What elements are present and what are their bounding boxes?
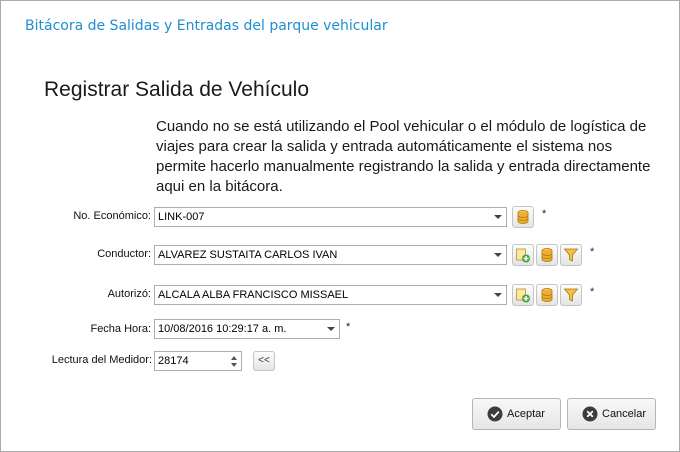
autorizo-filter-button[interactable]: [560, 284, 582, 306]
required-mark: *: [590, 286, 595, 298]
window-title: Bitácora de Salidas y Entradas del parqu…: [25, 18, 388, 34]
conductor-filter-button[interactable]: [560, 244, 582, 266]
chevron-down-icon: [494, 215, 502, 219]
economico-label: No. Económico:: [73, 210, 151, 222]
dialog-window: Bitácora de Salidas y Entradas del parqu…: [0, 0, 680, 452]
stepper-up-icon[interactable]: [231, 356, 237, 360]
conductor-label: Conductor:: [97, 248, 151, 260]
autorizo-value: ALCALA ALBA FRANCISCO MISSAEL: [158, 289, 349, 301]
accept-button[interactable]: Aceptar: [472, 398, 561, 430]
cancel-label: Cancelar: [602, 408, 647, 420]
fecha-hora-label: Fecha Hora:: [90, 323, 151, 335]
filter-icon: [563, 288, 579, 302]
fecha-hora-picker[interactable]: 10/08/2016 10:29:17 a. m.: [154, 319, 340, 339]
cancel-circle-icon: [582, 406, 598, 422]
autorizo-label: Autorizó:: [107, 288, 151, 300]
chevron-down-icon: [327, 327, 335, 331]
required-mark: *: [542, 208, 547, 220]
required-mark: *: [590, 246, 595, 258]
database-icon: [517, 210, 529, 224]
stepper-down-icon[interactable]: [231, 363, 237, 367]
economico-select[interactable]: LINK-007: [154, 207, 507, 227]
lectura-stepper[interactable]: 28174: [154, 351, 242, 371]
autorizo-browse-button[interactable]: [536, 284, 558, 306]
fecha-hora-value: 10/08/2016 10:29:17 a. m.: [158, 323, 287, 335]
description-text: Cuando no se está utilizando el Pool veh…: [156, 118, 651, 195]
add-record-icon: [516, 288, 530, 303]
lectura-value: 28174: [158, 355, 189, 367]
chevron-down-icon: [494, 253, 502, 257]
add-record-icon: [516, 248, 530, 263]
chevron-down-icon: [494, 293, 502, 297]
economico-browse-button[interactable]: [512, 206, 534, 228]
lectura-label: Lectura del Medidor:: [51, 354, 152, 366]
autorizo-select[interactable]: ALCALA ALBA FRANCISCO MISSAEL: [154, 285, 507, 305]
economico-value: LINK-007: [158, 211, 205, 223]
conductor-browse-button[interactable]: [536, 244, 558, 266]
cancel-button[interactable]: Cancelar: [567, 398, 656, 430]
page-title: Registrar Salida de Vehículo: [44, 78, 309, 101]
required-mark: *: [346, 321, 351, 333]
database-icon: [541, 248, 553, 262]
database-icon: [541, 288, 553, 302]
filter-icon: [563, 248, 579, 262]
conductor-value: ALVAREZ SUSTAITA CARLOS IVAN: [158, 249, 338, 261]
copy-reading-button[interactable]: <<: [253, 351, 275, 371]
conductor-add-button[interactable]: [512, 244, 534, 266]
accept-label: Aceptar: [507, 408, 545, 420]
conductor-select[interactable]: ALVAREZ SUSTAITA CARLOS IVAN: [154, 245, 507, 265]
autorizo-add-button[interactable]: [512, 284, 534, 306]
check-circle-icon: [487, 406, 503, 422]
